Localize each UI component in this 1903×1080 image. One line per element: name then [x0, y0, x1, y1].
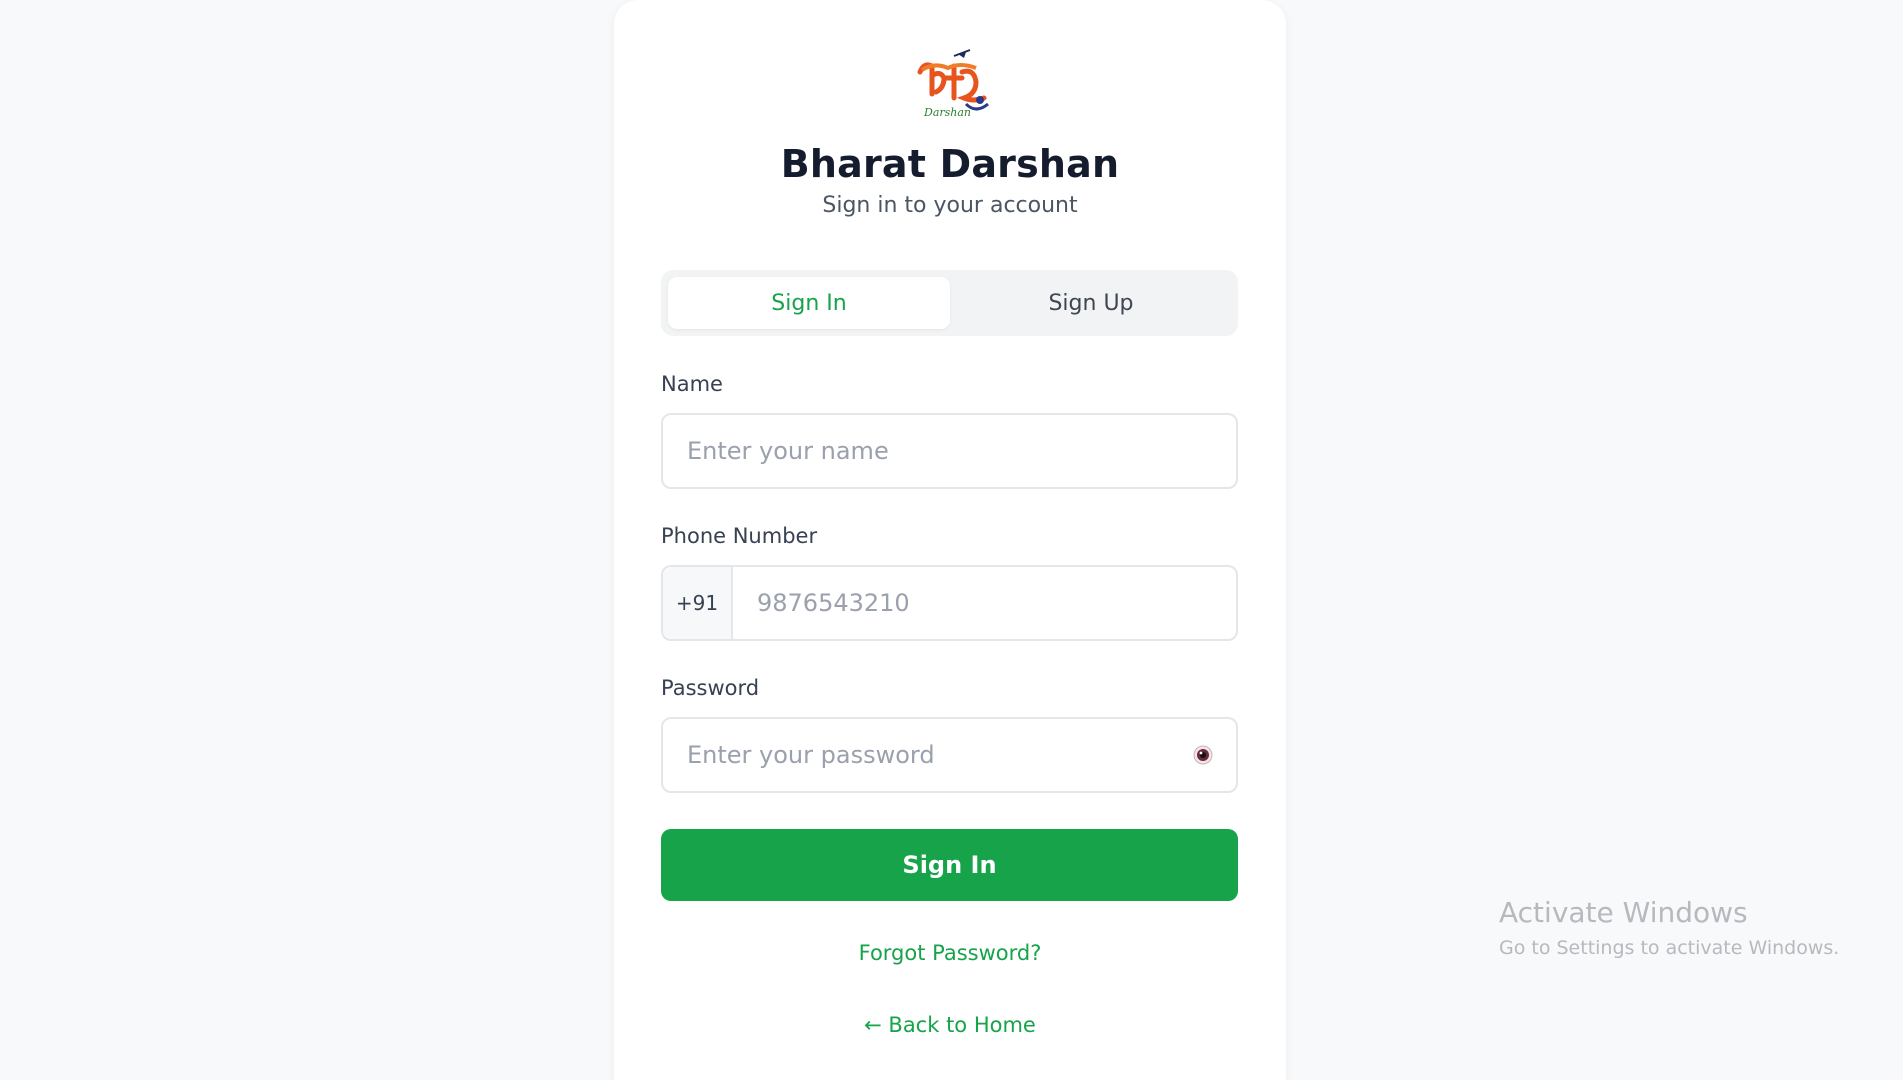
phone-label: Phone Number	[661, 524, 818, 548]
password-field-box	[661, 717, 1238, 793]
page-subtitle: Sign in to your account	[822, 193, 1078, 218]
forgot-password-link[interactable]: Forgot Password?	[614, 941, 1286, 965]
auth-tabs: Sign In Sign Up	[661, 270, 1238, 336]
password-input[interactable]	[663, 719, 1157, 791]
name-label: Name	[661, 372, 723, 396]
logo-text: Darshan	[923, 106, 971, 119]
name-field-box	[661, 413, 1238, 489]
eye-icon[interactable]	[1192, 744, 1214, 766]
tab-sign-in[interactable]: Sign In	[668, 277, 950, 329]
phone-field-box: +91	[661, 565, 1238, 641]
phone-input[interactable]	[733, 567, 1227, 639]
watermark-subtitle: Go to Settings to activate Windows.	[1499, 937, 1840, 959]
password-label: Password	[661, 676, 760, 700]
windows-activation-watermark: Activate Windows Go to Settings to activ…	[1499, 896, 1839, 959]
sign-in-button[interactable]: Sign In	[661, 829, 1238, 901]
page-title: Bharat Darshan	[780, 142, 1120, 186]
country-code-prefix: +91	[663, 567, 733, 639]
tab-sign-up[interactable]: Sign Up	[950, 277, 1232, 329]
bharat-darshan-logo: Darshan	[917, 49, 989, 119]
auth-card: Darshan Bharat Darshan Sign in to your a…	[614, 0, 1286, 1080]
back-to-home-link[interactable]: ← Back to Home	[614, 1013, 1286, 1037]
name-input[interactable]	[663, 415, 1187, 487]
watermark-title: Activate Windows	[1499, 896, 1748, 929]
page: Darshan Bharat Darshan Sign in to your a…	[0, 0, 1903, 1080]
